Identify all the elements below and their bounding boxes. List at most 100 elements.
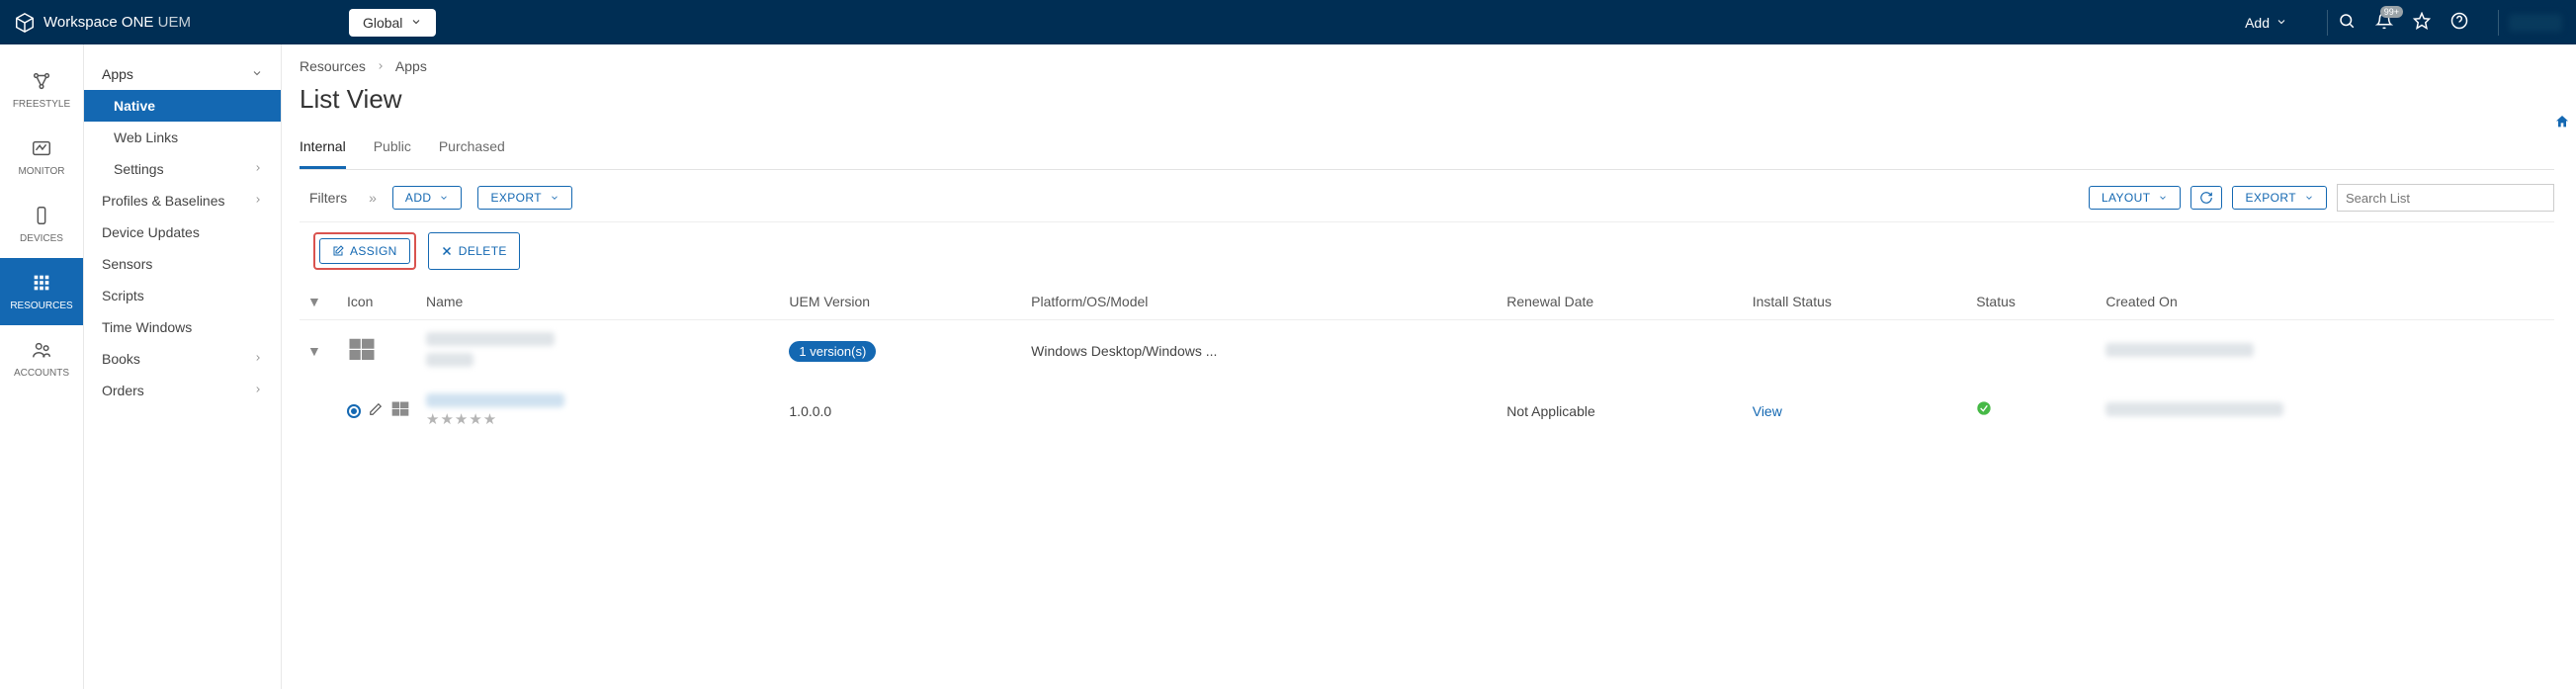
breadcrumb: Resources Apps (300, 58, 2554, 74)
install-status-link[interactable]: View (1753, 403, 1782, 419)
star-icon[interactable] (2413, 12, 2431, 33)
col-name[interactable]: Name (418, 284, 781, 320)
notifications-icon[interactable]: 99+ (2375, 12, 2393, 33)
col-icon[interactable]: Icon (339, 284, 418, 320)
created-on-redacted (2105, 402, 2283, 416)
notifications-badge: 99+ (2380, 6, 2403, 18)
side-section-label: Apps (102, 66, 133, 82)
rail-item-devices[interactable]: DEVICES (0, 191, 83, 258)
row-collapse-icon[interactable]: ▼ (307, 343, 321, 359)
add-label: Add (2245, 15, 2270, 31)
side-item-books[interactable]: Books (84, 343, 281, 375)
created-on-redacted (2105, 343, 2254, 357)
layout-button[interactable]: LAYOUT (2089, 186, 2182, 210)
col-status[interactable]: Status (1968, 284, 2098, 320)
side-item-profiles-baselines[interactable]: Profiles & Baselines (84, 185, 281, 216)
export-button-2[interactable]: EXPORT (2232, 186, 2327, 210)
rail-label: DEVICES (20, 233, 63, 244)
table-row[interactable]: ▼ 1 version(s) Windows Desktop/Windows .… (300, 320, 2554, 383)
chevron-down-icon (550, 193, 559, 203)
side-item-label: Settings (114, 161, 164, 177)
chevron-right-icon (253, 162, 263, 176)
search-icon[interactable] (2338, 12, 2356, 33)
status-ok-icon (1976, 403, 1992, 420)
help-icon[interactable] (2450, 12, 2468, 33)
windows-icon (390, 399, 410, 422)
side-item-label: Web Links (114, 129, 178, 145)
filters-expand-icon[interactable]: » (369, 190, 377, 206)
col-version[interactable]: UEM Version (781, 284, 1023, 320)
chevron-down-icon (439, 193, 449, 203)
add-button[interactable]: ADD (392, 186, 463, 210)
renewal-cell: Not Applicable (1499, 382, 1744, 440)
delete-button[interactable]: DELETE (428, 232, 520, 270)
close-icon (441, 245, 453, 257)
assign-button[interactable]: ASSIGN (319, 238, 410, 264)
table-row[interactable]: ★★★★★ 1.0.0.0 Not Applicable View (300, 382, 2554, 440)
rail-item-resources[interactable]: RESOURCES (0, 258, 83, 325)
home-icon[interactable] (2554, 114, 2570, 132)
edit-icon[interactable] (369, 402, 383, 419)
export-label: EXPORT (490, 191, 542, 205)
refresh-button[interactable] (2190, 186, 2222, 210)
side-item-orders[interactable]: Orders (84, 375, 281, 406)
col-created[interactable]: Created On (2098, 284, 2554, 320)
chevron-down-icon (2158, 193, 2168, 203)
side-item-device-updates[interactable]: Device Updates (84, 216, 281, 248)
chevron-right-icon (376, 58, 386, 74)
product-logo-icon (14, 12, 36, 34)
org-group-selector[interactable]: Global (349, 9, 436, 37)
divider (2327, 10, 2328, 36)
sort-icon[interactable]: ▼ (307, 294, 321, 309)
tab-purchased[interactable]: Purchased (439, 132, 505, 169)
chevron-down-icon (251, 67, 263, 82)
side-section-apps[interactable]: Apps (84, 58, 281, 90)
filters-label: Filters (309, 190, 347, 206)
rail-item-accounts[interactable]: ACCOUNTS (0, 325, 83, 392)
side-item-native[interactable]: Native (84, 90, 281, 122)
brand-title: Workspace ONE UEM (43, 14, 191, 31)
chevron-down-icon (410, 15, 422, 31)
search-input[interactable] (2337, 184, 2554, 212)
side-item-sensors[interactable]: Sensors (84, 248, 281, 280)
header-add-menu[interactable]: Add (2245, 15, 2287, 31)
side-item-web-links[interactable]: Web Links (84, 122, 281, 153)
app-name-redacted (426, 393, 564, 407)
rail-item-freestyle[interactable]: FREESTYLE (0, 56, 83, 124)
side-item-scripts[interactable]: Scripts (84, 280, 281, 311)
delete-label: DELETE (459, 244, 507, 258)
col-platform[interactable]: Platform/OS/Model (1023, 284, 1499, 320)
chevron-right-icon (253, 352, 263, 366)
rail-label: ACCOUNTS (14, 368, 69, 379)
add-label: ADD (405, 191, 432, 205)
edit-icon (332, 245, 344, 257)
side-item-label: Books (102, 351, 140, 367)
side-item-time-windows[interactable]: Time Windows (84, 311, 281, 343)
side-item-label: Orders (102, 383, 144, 398)
page-title: List View (300, 84, 2554, 115)
tab-internal[interactable]: Internal (300, 132, 346, 169)
breadcrumb-item[interactable]: Apps (395, 58, 427, 74)
col-install[interactable]: Install Status (1745, 284, 1968, 320)
layout-label: LAYOUT (2102, 191, 2151, 205)
col-renewal[interactable]: Renewal Date (1499, 284, 1744, 320)
refresh-icon (2199, 191, 2213, 205)
rail-label: RESOURCES (10, 301, 72, 311)
rail-label: MONITOR (18, 166, 64, 177)
assign-highlight: ASSIGN (313, 232, 416, 270)
side-item-label: Native (114, 98, 155, 114)
user-menu[interactable] (2509, 14, 2562, 32)
devices-icon (31, 205, 52, 229)
side-item-label: Time Windows (102, 319, 192, 335)
row-radio[interactable] (347, 404, 361, 418)
monitor-icon (31, 137, 52, 162)
chevron-down-icon (2304, 193, 2314, 203)
side-item-settings[interactable]: Settings (84, 153, 281, 185)
divider (2498, 10, 2499, 36)
breadcrumb-item[interactable]: Resources (300, 58, 366, 74)
app-name-redacted (426, 332, 555, 346)
tab-public[interactable]: Public (374, 132, 411, 169)
rail-label: FREESTYLE (13, 99, 70, 110)
export-button[interactable]: EXPORT (477, 186, 572, 210)
rail-item-monitor[interactable]: MONITOR (0, 124, 83, 191)
